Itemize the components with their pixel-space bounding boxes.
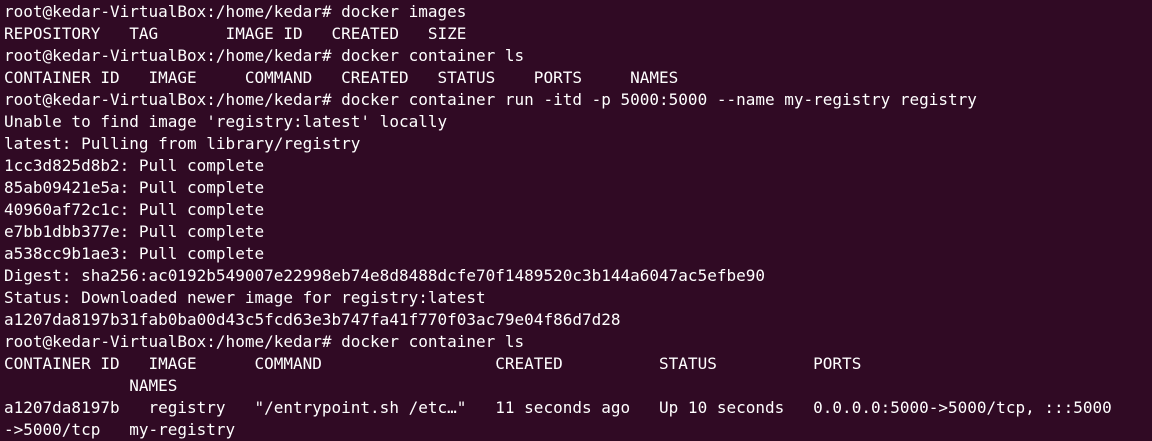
pull-progress-line: e7bb1dbb377e: Pull complete — [4, 222, 265, 241]
status-line: Status: Downloaded newer image for regis… — [4, 288, 486, 307]
pull-progress-line: 1cc3d825d8b2: Pull complete — [4, 156, 265, 175]
pull-progress-line: 85ab09421e5a: Pull complete — [4, 178, 265, 197]
container-table-row: a1207da8197b registry "/entrypoint.sh /e… — [4, 398, 1112, 417]
container-table-header-wrapped: NAMES — [4, 376, 178, 395]
output-line: Unable to find image 'registry:latest' l… — [4, 112, 448, 131]
prompt-line-container-ls: root@kedar-VirtualBox:/home/kedar# docke… — [4, 46, 525, 65]
pull-progress-line: 40960af72c1c: Pull complete — [4, 200, 265, 219]
prompt-line-docker-images: root@kedar-VirtualBox:/home/kedar# docke… — [4, 2, 467, 21]
prompt-line-container-ls: root@kedar-VirtualBox:/home/kedar# docke… — [4, 332, 525, 351]
images-table-header: REPOSITORY TAG IMAGE ID CREATED SIZE — [4, 24, 467, 43]
terminal-window[interactable]: root@kedar-VirtualBox:/home/kedar# docke… — [0, 0, 1152, 441]
container-id-line: a1207da8197b31fab0ba00d43c5fcd63e3b747fa… — [4, 310, 621, 329]
container-table-row-wrapped: ->5000/tcp my-registry — [4, 420, 236, 439]
digest-line: Digest: sha256:ac0192b549007e22998eb74e8… — [4, 266, 765, 285]
container-table-header: CONTAINER ID IMAGE COMMAND CREATED STATU… — [4, 354, 862, 373]
output-line: latest: Pulling from library/registry — [4, 134, 361, 153]
container-table-header: CONTAINER ID IMAGE COMMAND CREATED STATU… — [4, 68, 679, 87]
prompt-line-container-run: root@kedar-VirtualBox:/home/kedar# docke… — [4, 90, 977, 109]
pull-progress-line: a538cc9b1ae3: Pull complete — [4, 244, 265, 263]
